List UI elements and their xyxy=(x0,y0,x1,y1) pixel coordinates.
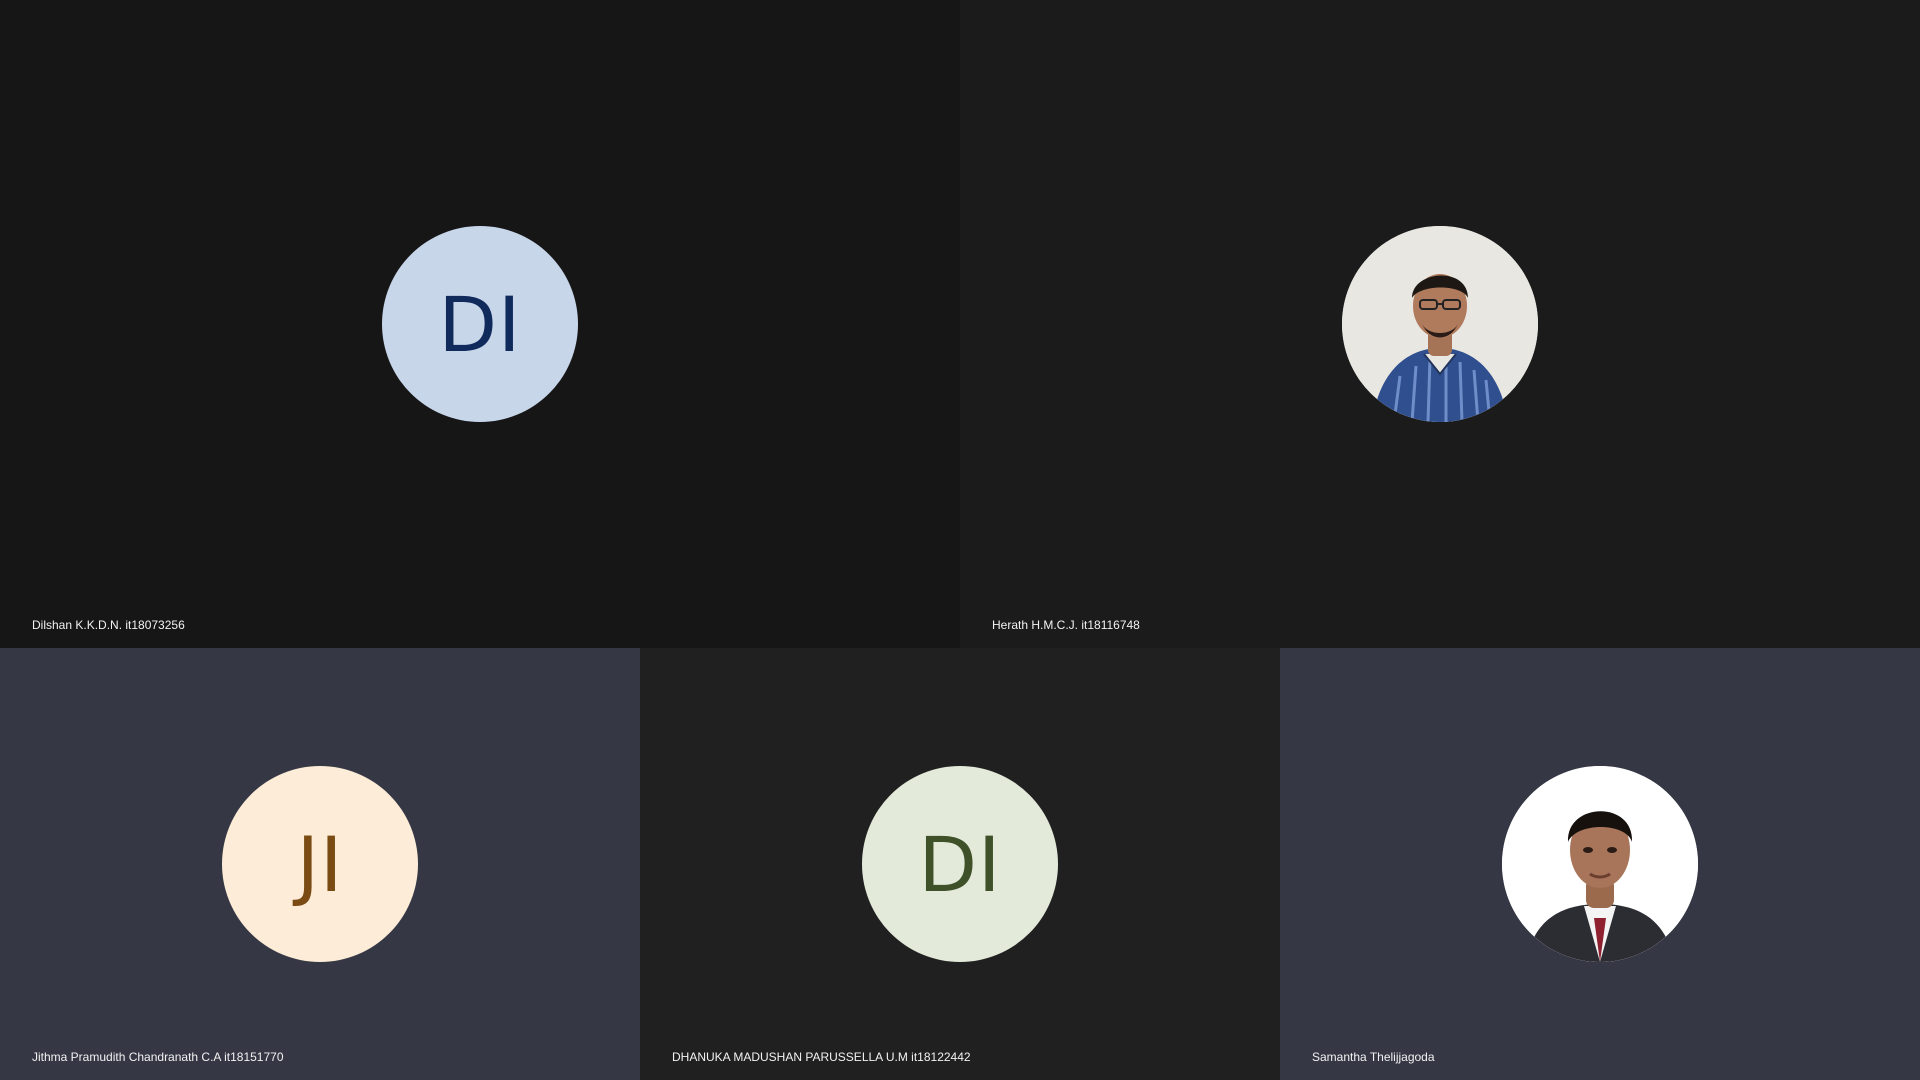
participant-name: Dilshan K.K.D.N. it18073256 xyxy=(32,618,185,632)
avatar-initials-text: DI xyxy=(918,819,1002,909)
participant-tile-dilshan[interactable]: DI Dilshan K.K.D.N. it18073256 xyxy=(0,0,960,648)
participant-name: Jithma Pramudith Chandranath C.A it18151… xyxy=(32,1050,284,1064)
person-photo-icon xyxy=(1342,226,1538,422)
avatar-initials: JI xyxy=(222,766,418,962)
video-grid: DI Dilshan K.K.D.N. it18073256 Herath H.… xyxy=(0,0,1920,1080)
participant-tile-samantha[interactable]: Samantha Thelijjagoda xyxy=(1280,648,1920,1080)
participant-tile-herath[interactable]: Herath H.M.C.J. it18116748 xyxy=(960,0,1920,648)
avatar-initials-text: JI xyxy=(296,819,344,909)
participant-tile-dhanuka[interactable]: DI DHANUKA MADUSHAN PARUSSELLA U.M it181… xyxy=(640,648,1280,1080)
participant-name: Samantha Thelijjagoda xyxy=(1312,1050,1435,1064)
avatar-initials-text: DI xyxy=(438,279,522,369)
avatar-initials: DI xyxy=(862,766,1058,962)
avatar-initials: DI xyxy=(382,226,578,422)
participant-name: DHANUKA MADUSHAN PARUSSELLA U.M it181224… xyxy=(672,1050,971,1064)
participant-name: Herath H.M.C.J. it18116748 xyxy=(992,618,1140,632)
person-photo-icon xyxy=(1502,766,1698,962)
avatar-photo xyxy=(1342,226,1538,422)
avatar-photo xyxy=(1502,766,1698,962)
participant-tile-jithma[interactable]: JI Jithma Pramudith Chandranath C.A it18… xyxy=(0,648,640,1080)
